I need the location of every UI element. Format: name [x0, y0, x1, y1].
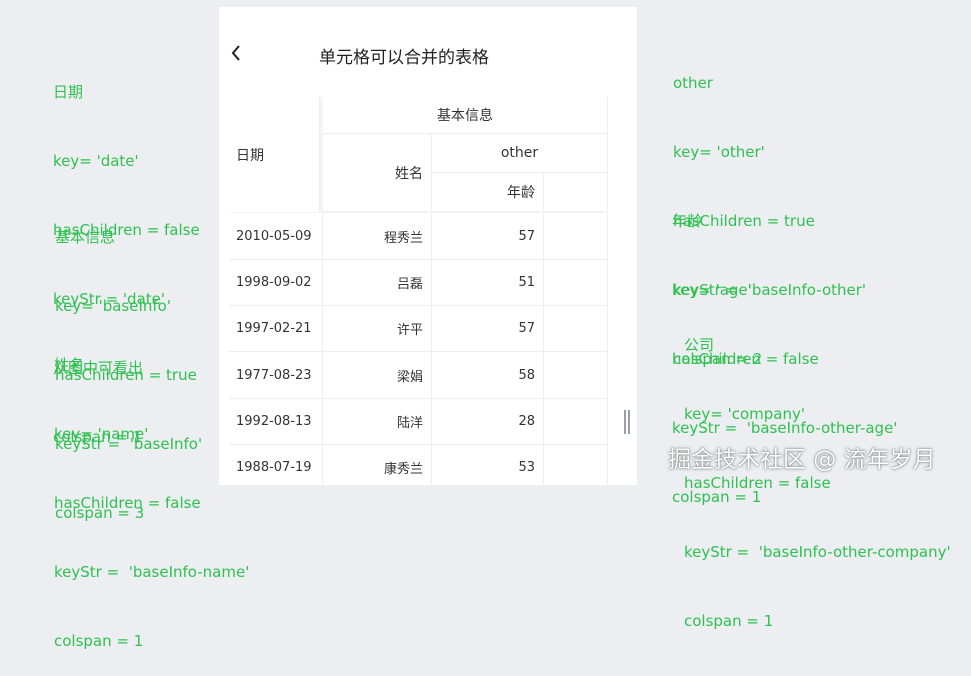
- annotation-line: key= 'date': [53, 152, 139, 170]
- table-cell-name: 梁娟: [323, 352, 432, 399]
- header-name: 姓名: [323, 134, 432, 212]
- annotation-line: key= 'company': [684, 405, 805, 423]
- annotation-line: key= 'other': [673, 143, 765, 161]
- table-cell-date: 1997-02-21: [229, 306, 323, 352]
- header-other: other: [432, 134, 608, 173]
- resize-handle[interactable]: [624, 410, 630, 434]
- header-baseinfo: 基本信息: [323, 97, 608, 134]
- nav-bar: 单元格可以合并的表格: [219, 7, 637, 95]
- annotation-line: keyStr = 'baseInfo-other-company': [684, 543, 951, 561]
- table-cell-date: 1992-08-13: [229, 399, 323, 445]
- phone-screen: 单元格可以合并的表格 日期 基本信息 姓名 other 年龄 2010-05-0…: [219, 7, 637, 485]
- table-cell-age: 51: [432, 260, 544, 306]
- header-date: 日期: [229, 97, 320, 212]
- table-cell-name: 康秀兰: [323, 445, 432, 485]
- annotation-line: hasChildren = false: [54, 494, 201, 512]
- table-cell-name: 陆洋: [323, 399, 432, 445]
- table-cell-date: 1988-07-19: [229, 445, 323, 485]
- merged-table: 日期 基本信息 姓名 other 年龄 2010-05-09 程秀兰 57 19…: [229, 97, 608, 485]
- annotation-line: 日期: [53, 83, 84, 101]
- table-cell-company: [544, 306, 608, 352]
- table-cell-age: 57: [432, 213, 544, 260]
- table-cell-date: 1998-09-02: [229, 260, 323, 306]
- table-cell-age: 28: [432, 399, 544, 445]
- table-cell-company: [544, 352, 608, 399]
- table-cell-date: 2010-05-09: [229, 213, 323, 260]
- table-cell-name: 许平: [323, 306, 432, 352]
- back-button[interactable]: [229, 43, 245, 63]
- table-cell-name: 程秀兰: [323, 213, 432, 260]
- table-cell-company: [544, 213, 608, 260]
- watermark: 掘金技术社区 @ 流年岁月: [668, 447, 936, 473]
- annotation-line: 年龄: [672, 212, 703, 230]
- table-cell-age: 53: [432, 445, 544, 485]
- annotation-line: colspan = 1: [54, 632, 144, 650]
- annotation-line: keyStr = 'baseInfo-name': [54, 563, 250, 581]
- annotation-line: 基本信息: [55, 228, 116, 246]
- annotation-line: colspan = 1: [684, 612, 774, 630]
- table-cell-company: [544, 399, 608, 445]
- table-cell-company: [544, 260, 608, 306]
- table-cell-age: 58: [432, 352, 544, 399]
- annotation-line: hasChildren = false: [684, 474, 831, 492]
- header-age: 年龄: [432, 173, 544, 212]
- table-cell-age: 57: [432, 306, 544, 352]
- page-title: 单元格可以合并的表格: [319, 48, 489, 68]
- table-cell-date: 1977-08-23: [229, 352, 323, 399]
- header-company: [544, 173, 608, 212]
- annotation-line: other: [673, 74, 713, 92]
- table-cell-company: [544, 445, 608, 485]
- annotation-line: 公司: [684, 336, 715, 354]
- chevron-left-icon: [231, 45, 240, 61]
- table-cell-name: 吕磊: [323, 260, 432, 306]
